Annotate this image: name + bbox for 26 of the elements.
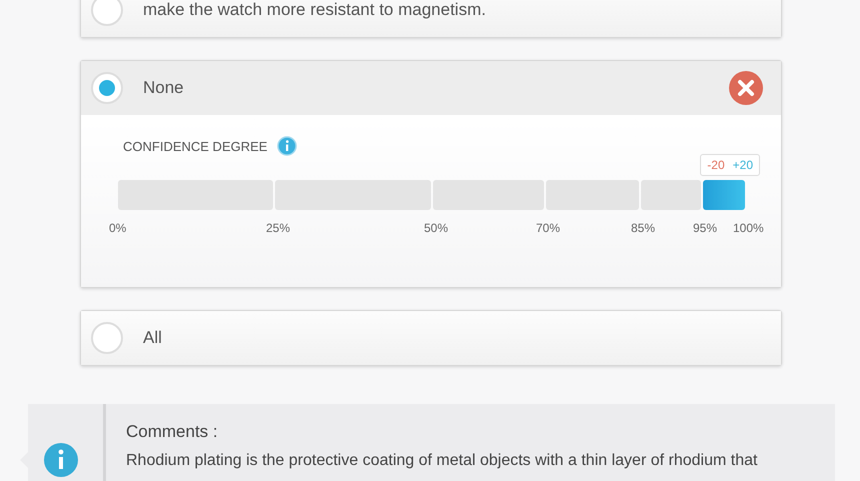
scale-tick: 95% (693, 221, 718, 235)
close-icon[interactable] (728, 70, 764, 106)
scale-segment[interactable] (433, 180, 544, 210)
scale-tick: 100% (733, 221, 764, 235)
comments-title: Comments : (126, 422, 219, 442)
scale-tick: 25% (266, 221, 290, 235)
confidence-title: CONFIDENCE DEGREE (123, 138, 268, 154)
answer-label: None (143, 78, 185, 98)
scale-segment[interactable] (275, 180, 431, 210)
comments-text: Rhodium plating is the protective coating of metal objects with a thin layer of rhodium that (126, 452, 758, 470)
scale-segment[interactable] (641, 180, 701, 210)
scale-segment[interactable] (546, 180, 639, 210)
scale-tick: 50% (424, 221, 448, 235)
scale-tick: 70% (536, 221, 560, 235)
info-icon[interactable] (277, 136, 298, 156)
plus-button[interactable]: +20 (732, 158, 753, 172)
radio-button[interactable] (91, 0, 123, 26)
answer-label: All (143, 328, 163, 348)
scale-tick: 0% (109, 221, 126, 235)
answer-label: make the watch more resistant to magnetism. (143, 0, 487, 20)
radio-button[interactable] (91, 322, 123, 354)
scale-tick: 85% (631, 221, 656, 235)
radio-button[interactable] (91, 72, 123, 104)
info-icon (43, 442, 79, 478)
scale-segment[interactable] (118, 180, 273, 210)
minus-button[interactable]: -20 (707, 158, 725, 172)
